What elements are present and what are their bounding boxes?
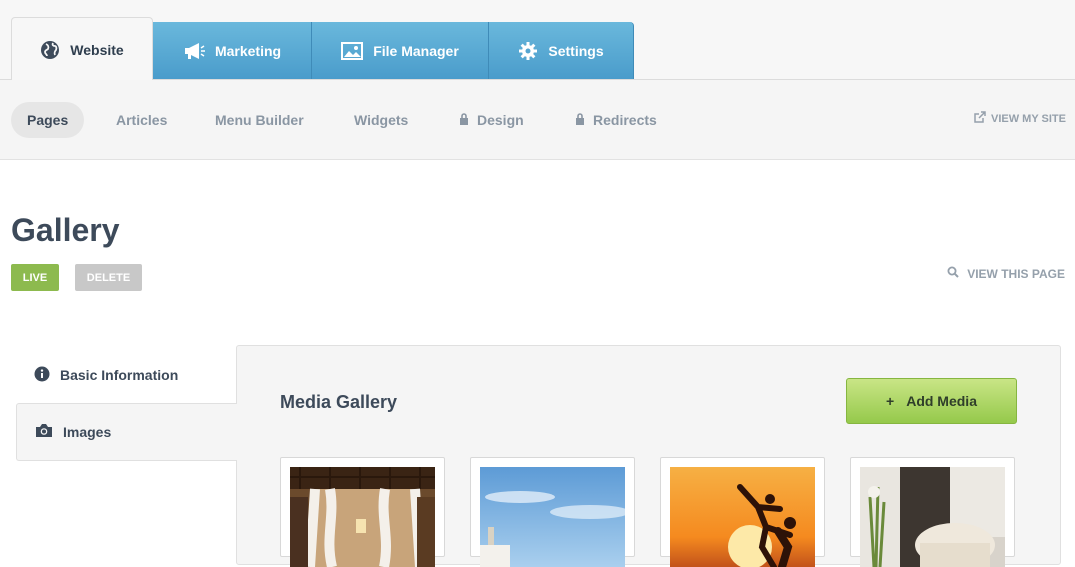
tab-website[interactable]: Website: [11, 17, 153, 81]
tab-settings[interactable]: Settings: [489, 22, 634, 79]
subnav-design[interactable]: Design: [459, 102, 524, 138]
side-tab-images[interactable]: Images: [16, 403, 237, 461]
subnav-widgets[interactable]: Widgets: [354, 102, 408, 138]
media-thumbnail[interactable]: [280, 457, 445, 567]
info-icon: [34, 366, 50, 385]
tab-marketing-label: Marketing: [214, 42, 282, 59]
media-thumbnail[interactable]: [850, 457, 1015, 567]
side-tab-basic-information[interactable]: Basic Information: [16, 346, 237, 404]
media-thumbnail[interactable]: [470, 457, 635, 567]
subnav-design-label: Design: [477, 112, 524, 128]
external-link-icon: [974, 111, 986, 126]
interior-chair-photo: [860, 467, 1005, 567]
image-icon: [341, 41, 364, 60]
plus-icon: +: [886, 393, 895, 409]
search-icon: [947, 266, 959, 281]
tab-file-manager[interactable]: File Manager: [312, 22, 489, 79]
camera-icon: [35, 423, 53, 441]
side-tab-basic-information-label: Basic Information: [60, 367, 179, 383]
media-thumbnail[interactable]: [660, 457, 825, 567]
sky-photo: [480, 467, 625, 567]
tab-marketing[interactable]: Marketing: [153, 22, 312, 79]
subnav-pages[interactable]: Pages: [11, 102, 85, 138]
megaphone-icon: [183, 42, 205, 60]
lock-icon: [459, 112, 469, 128]
tab-settings-label: Settings: [548, 42, 604, 59]
subnav-widgets-label: Widgets: [354, 112, 409, 128]
view-this-page-link[interactable]: VIEW THIS PAGE: [947, 266, 1065, 281]
sunset-couple-photo: [670, 467, 815, 567]
tab-website-label: Website: [70, 41, 124, 58]
add-media-label: Add Media: [906, 393, 977, 409]
subnav-menu-builder[interactable]: Menu Builder: [215, 102, 304, 138]
page-title: Gallery: [11, 212, 120, 248]
bedroom-photo: [290, 467, 435, 567]
tab-file-manager-label: File Manager: [373, 42, 459, 59]
gear-icon: [518, 41, 538, 61]
subnav-redirects-label: Redirects: [593, 112, 657, 128]
delete-button[interactable]: DELETE: [75, 264, 142, 291]
side-tab-images-label: Images: [63, 424, 112, 440]
view-this-page-label: VIEW THIS PAGE: [967, 266, 1065, 281]
lock-icon: [575, 112, 585, 128]
globe-icon: [40, 40, 60, 60]
subnav-articles-label: Articles: [116, 112, 168, 128]
view-my-site-link[interactable]: VIEW MY SITE: [974, 111, 1066, 126]
subnav-menu-builder-label: Menu Builder: [215, 112, 304, 128]
subnav-redirects[interactable]: Redirects: [575, 102, 657, 138]
add-media-button[interactable]: + Add Media: [846, 378, 1017, 424]
live-status-button[interactable]: LIVE: [11, 264, 59, 291]
view-my-site-label: VIEW MY SITE: [991, 112, 1066, 125]
subnav-pages-label: Pages: [27, 112, 69, 128]
media-gallery-title: Media Gallery: [280, 392, 398, 412]
subnav-articles[interactable]: Articles: [116, 102, 167, 138]
top-tab-bar: Website Marketing File Manager Settings: [0, 0, 1075, 81]
sub-navigation: Pages Articles Menu Builder Widgets Desi…: [0, 80, 1075, 160]
